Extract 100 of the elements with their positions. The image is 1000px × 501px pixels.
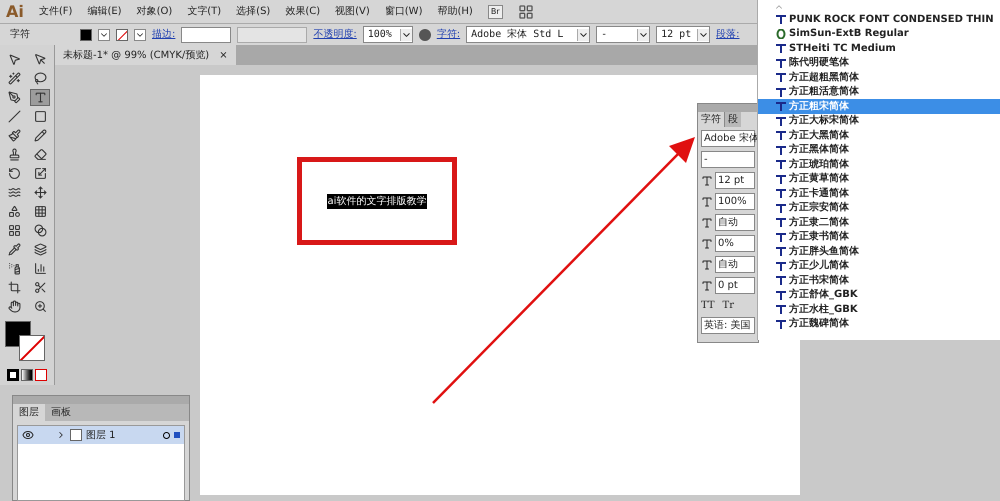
- target-icon[interactable]: [163, 432, 170, 438]
- hand-icon: [8, 300, 20, 313]
- font-item[interactable]: 方正宗安简体: [758, 200, 1000, 215]
- kerning-field[interactable]: 自动: [715, 214, 755, 231]
- globe-icon[interactable]: [418, 28, 431, 40]
- character-label[interactable]: 字符:: [436, 27, 460, 42]
- lasso-icon: [34, 72, 46, 85]
- font-field[interactable]: Adobe 宋体 Std L: [466, 26, 590, 43]
- font-item[interactable]: 方正超粗黑简体: [758, 70, 1000, 84]
- wand-icon: [8, 72, 20, 85]
- truetype-icon: [776, 246, 786, 256]
- opacity-field[interactable]: 100%: [362, 26, 413, 43]
- stroke-weight-field[interactable]: [181, 26, 232, 42]
- select-icon: [8, 53, 20, 66]
- bridge-button[interactable]: Br: [488, 4, 503, 18]
- gradient-mode-button[interactable]: [21, 369, 33, 381]
- menu-item[interactable]: 对象(O): [136, 4, 172, 19]
- font-item[interactable]: 方正书宋简体: [758, 273, 1000, 288]
- panel-tab[interactable]: 图层: [13, 404, 45, 421]
- selection-icon: [174, 432, 180, 438]
- font-item[interactable]: 方正胖头鱼简体: [758, 244, 1000, 258]
- font-item[interactable]: 方正粗活意简体: [758, 84, 1000, 99]
- stroke-swatch[interactable]: [116, 28, 128, 40]
- font-item[interactable]: PUNK ROCK FONT CONDENSED THIN: [758, 12, 1000, 26]
- pencil-icon: [34, 129, 46, 142]
- font-item[interactable]: 方正黄草简体: [758, 172, 1000, 186]
- font-name: 方正书宋简体: [789, 273, 849, 288]
- menu-item[interactable]: 帮助(H): [437, 4, 473, 19]
- font-name: 方正超粗黑简体: [789, 70, 859, 85]
- font-item[interactable]: 方正水柱_GBK: [758, 302, 1000, 316]
- brush-field[interactable]: [237, 26, 308, 42]
- font-item[interactable]: 方正隶二简体: [758, 215, 1000, 230]
- panel-tab[interactable]: 段: [724, 112, 741, 127]
- paragraph-label[interactable]: 段落:: [716, 27, 740, 42]
- fill-swatch[interactable]: [80, 28, 92, 40]
- menu-item[interactable]: 文字(T): [187, 4, 222, 19]
- baseline-field[interactable]: 0 pt: [715, 277, 755, 294]
- truetype-icon: [776, 101, 786, 112]
- menu-item[interactable]: 窗口(W): [384, 4, 422, 19]
- font-style-field[interactable]: -: [596, 26, 650, 43]
- close-icon[interactable]: ×: [219, 48, 228, 62]
- size-field[interactable]: 12 pt: [715, 172, 755, 189]
- font-item[interactable]: 方正隶书简体: [758, 230, 1000, 244]
- panel-tab[interactable]: 画板: [45, 404, 77, 421]
- font-item[interactable]: 方正舒体_GBK: [758, 288, 1000, 302]
- font-item[interactable]: SimSun-ExtB Regular: [758, 26, 1000, 41]
- eraser-icon: [34, 148, 46, 161]
- truetype-icon: [776, 130, 786, 140]
- truetype-icon: [776, 58, 786, 68]
- truetype-icon: [776, 202, 786, 213]
- color-mode-button[interactable]: [7, 369, 19, 381]
- font-name: 方正魏碑简体: [789, 316, 849, 332]
- caps-button[interactable]: Tr: [722, 298, 734, 313]
- leading-field[interactable]: 自动: [715, 256, 755, 273]
- stroke-label[interactable]: 描边:: [152, 27, 176, 42]
- none-mode-button[interactable]: [35, 369, 47, 381]
- eye-icon[interactable]: [22, 429, 34, 441]
- language-field[interactable]: 英语: 美国: [701, 317, 755, 334]
- menu-item[interactable]: 编辑(E): [87, 4, 122, 19]
- font-name: 方正少儿简体: [789, 258, 849, 274]
- truetype-icon: [776, 217, 786, 228]
- opacity-label[interactable]: 不透明度:: [313, 27, 357, 42]
- layer-thumbnail: [70, 429, 82, 441]
- tracking-field[interactable]: 0%: [715, 235, 755, 252]
- font-name: 方正大标宋简体: [789, 113, 859, 128]
- dropdown-icon[interactable]: [134, 28, 146, 40]
- graph-icon: [34, 262, 46, 275]
- zoom-icon: [34, 300, 46, 313]
- font-item[interactable]: 方正黑体简体: [758, 142, 1000, 157]
- selected-text[interactable]: ai软件的文字排版教学: [326, 194, 428, 208]
- font-item[interactable]: 方正卡通简体: [758, 186, 1000, 200]
- dropdown-icon[interactable]: [98, 28, 110, 40]
- type-tool-button[interactable]: [30, 89, 50, 106]
- caps-button[interactable]: TT: [701, 298, 715, 313]
- font-name: PUNK ROCK FONT CONDENSED THIN: [789, 12, 994, 27]
- font-item[interactable]: STHeiti TC Medium: [758, 41, 1000, 56]
- font-item[interactable]: 方正少儿简体: [758, 258, 1000, 273]
- truetype-icon: [776, 43, 786, 54]
- menu-item[interactable]: 视图(V): [335, 4, 370, 19]
- menu-item[interactable]: 选择(S): [236, 4, 270, 19]
- workspace-icon[interactable]: [518, 4, 534, 20]
- truetype-icon: [776, 144, 786, 155]
- font-item[interactable]: 方正琥珀简体: [758, 157, 1000, 172]
- rotate-icon: [8, 167, 20, 180]
- font-item[interactable]: 陈代明硬笔体: [758, 56, 1000, 70]
- font-item[interactable]: 方正大标宋简体: [758, 114, 1000, 128]
- font-item[interactable]: 方正大黑简体: [758, 128, 1000, 142]
- scale-field[interactable]: 100%: [715, 193, 755, 210]
- font-style-field[interactable]: -: [701, 151, 755, 168]
- layer-row[interactable]: 图层 1: [18, 426, 184, 444]
- font-size-field[interactable]: 12 pt: [656, 26, 710, 43]
- truetype-icon: [776, 260, 786, 271]
- font-name: 方正宗安简体: [789, 200, 849, 216]
- menu-item[interactable]: 文件(F): [38, 4, 72, 19]
- document-title: 未标题-1* @ 99% (CMYK/预览): [63, 48, 210, 62]
- truetype-icon: [776, 116, 786, 126]
- font-name: 方正粗活意简体: [789, 84, 859, 100]
- font-item[interactable]: 方正魏碑简体: [758, 316, 1000, 331]
- document-tab[interactable]: 未标题-1* @ 99% (CMYK/预览) ×: [55, 45, 236, 65]
- menu-item[interactable]: 效果(C): [285, 4, 320, 19]
